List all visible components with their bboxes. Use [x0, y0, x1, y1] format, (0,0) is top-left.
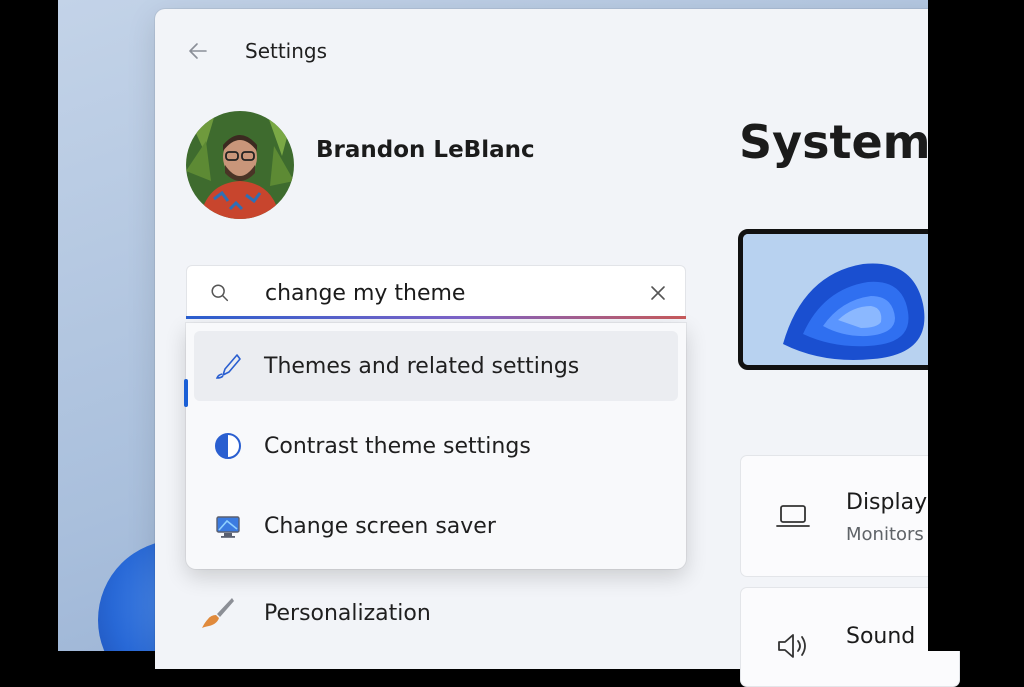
laptop-icon: [776, 505, 810, 527]
suggestion-label: Themes and related settings: [264, 353, 580, 379]
settings-window: Settings Brandon LeBlanc change my theme…: [155, 9, 960, 687]
suggestion-label: Change screen saver: [264, 513, 496, 539]
brush-icon: [215, 354, 241, 379]
app-title: Settings: [245, 39, 328, 63]
clear-search-button[interactable]: [645, 280, 671, 306]
search-suggestions: Themes and related settings Contrast the…: [186, 323, 686, 569]
card-title: Display: [846, 490, 928, 515]
card-display[interactable]: Display Monitors: [740, 455, 960, 577]
suggestion-themes[interactable]: Themes and related settings: [194, 331, 678, 401]
close-icon: [651, 286, 665, 300]
card-sound[interactable]: Sound: [740, 587, 960, 687]
device-preview[interactable]: [738, 229, 958, 370]
user-name: Brandon LeBlanc: [316, 137, 535, 163]
search-box[interactable]: [186, 265, 686, 319]
speaker-icon: [778, 634, 806, 658]
suggestion-screen-saver[interactable]: Change screen saver: [194, 491, 678, 561]
card-title: Sound: [846, 624, 916, 649]
letterbox-right: [928, 0, 1024, 651]
suggestion-label: Contrast theme settings: [264, 433, 531, 459]
back-button[interactable]: [183, 36, 213, 66]
suggestion-contrast[interactable]: Contrast theme settings: [194, 411, 678, 481]
nav-item-label: Personalization: [264, 600, 431, 626]
avatar-photo: [186, 111, 294, 219]
back-arrow-icon: [189, 43, 207, 59]
avatar[interactable]: [186, 111, 294, 219]
contrast-icon: [215, 433, 241, 459]
card-subtitle: Monitors: [846, 524, 924, 545]
nav-item-personalization[interactable]: Personalization: [186, 579, 686, 647]
page-title: System: [739, 115, 931, 169]
search-input[interactable]: [265, 275, 625, 311]
wallpaper-thumbnail: [743, 234, 953, 365]
paintbrush-icon: [202, 598, 234, 628]
nav-selection-indicator: [184, 379, 188, 407]
search-icon: [211, 284, 229, 302]
screen-saver-icon: [216, 516, 240, 538]
